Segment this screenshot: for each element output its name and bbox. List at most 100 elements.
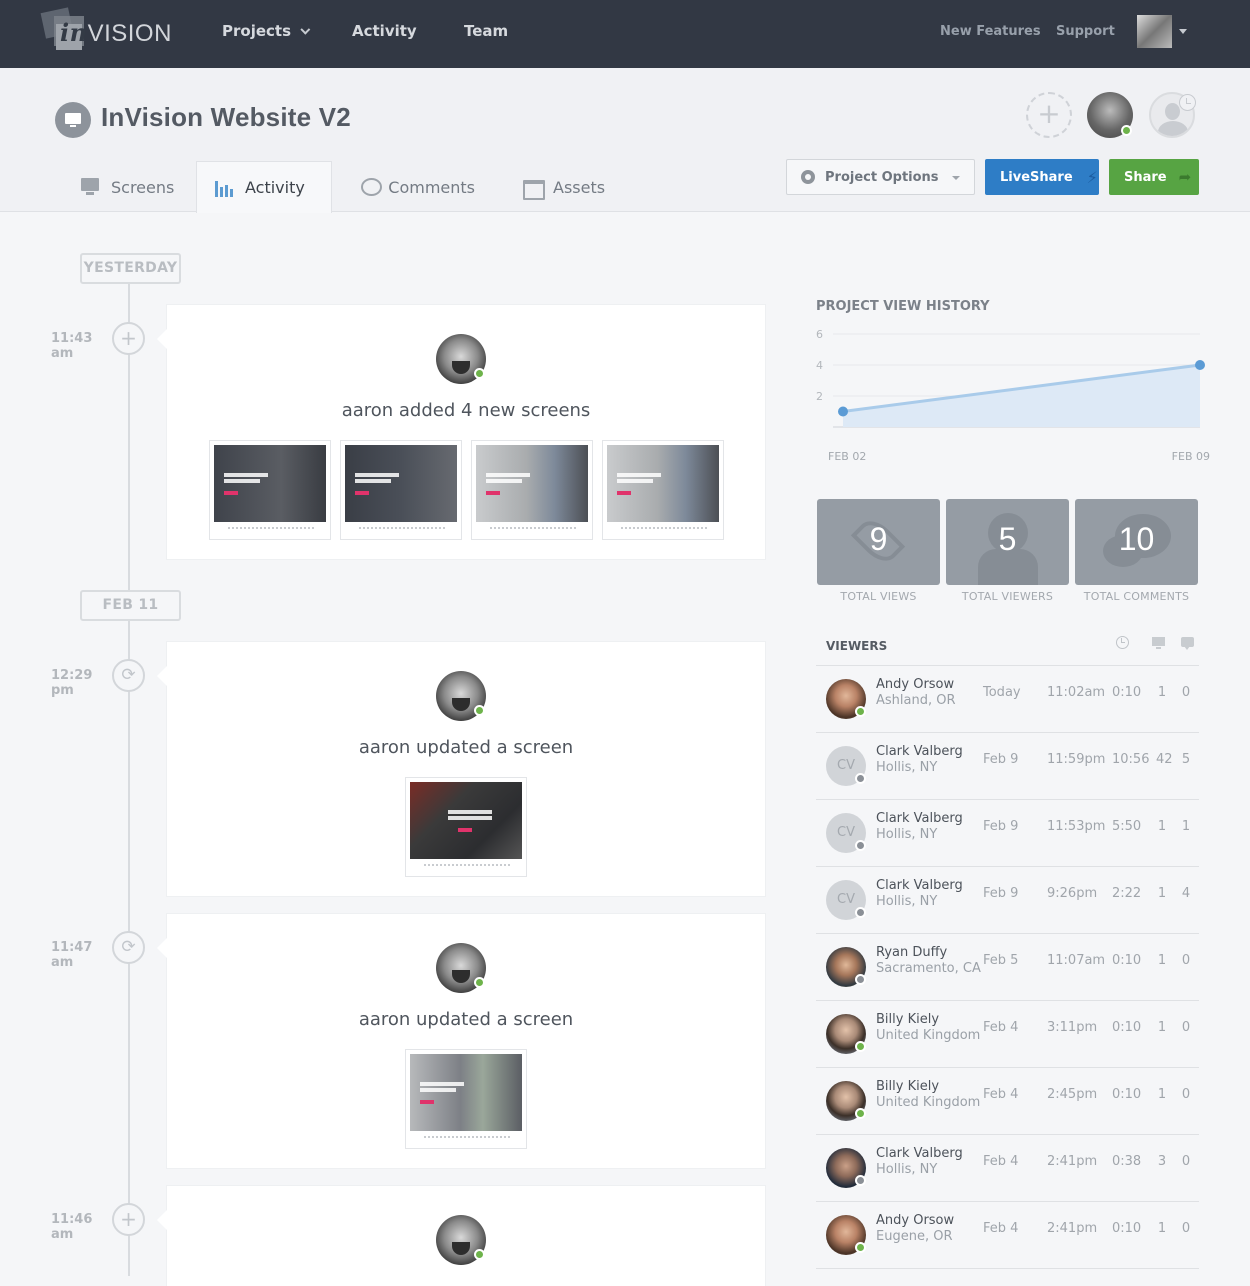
- activity-card: aaron updated a screen: [157, 642, 765, 896]
- project-options-label: Project Options: [825, 169, 939, 185]
- project-title: InVision Website V2: [101, 102, 351, 132]
- nav-team[interactable]: Team: [464, 22, 508, 40]
- avatar[interactable]: [826, 1148, 866, 1188]
- viewer-duration: 0:38: [1112, 1154, 1142, 1169]
- stat-total-views: 9: [817, 499, 940, 585]
- screen-thumbnail[interactable]: [340, 440, 462, 540]
- status-dot: [855, 1175, 866, 1186]
- y-tick-label: 2: [816, 390, 823, 403]
- liveshare-label: LiveShare: [1000, 169, 1073, 185]
- screen-thumbnail[interactable]: [471, 440, 593, 540]
- viewer-row[interactable]: Billy Kiely United Kingdom Feb 4 2:45pm 0:10…: [816, 1068, 1199, 1135]
- avatar[interactable]: [436, 943, 486, 993]
- viewer-time: 3:11pm: [1047, 1020, 1098, 1035]
- tab-activity[interactable]: Activity: [196, 161, 332, 213]
- viewer-row[interactable]: Ryan Duffy Sacramento, CA Feb 5 11:07am 0:10…: [816, 934, 1199, 1001]
- viewer-row[interactable]: Billy Kiely United Kingdom Feb 4 3:11pm 0:10…: [816, 1001, 1199, 1068]
- tab-activity-label: Activity: [245, 178, 305, 197]
- refresh-icon: ⟳: [112, 931, 145, 964]
- viewer-comments-count: 4: [1181, 886, 1191, 901]
- viewer-row[interactable]: CV Clark Valberg Hollis, NY Feb 9 11:59pm 10:…: [816, 733, 1199, 800]
- online-status-dot: [1121, 125, 1132, 136]
- viewer-duration: 2:22: [1112, 886, 1142, 901]
- viewer-location: Hollis, NY: [876, 827, 938, 842]
- viewer-name: Billy Kiely: [876, 1079, 940, 1094]
- activity-text: aaron updated a screen: [358, 1009, 574, 1030]
- x-tick-label: FEB 02: [828, 450, 866, 463]
- viewer-name: Billy Kiely: [876, 1012, 940, 1027]
- viewer-name: Andy Orsow: [876, 1213, 955, 1228]
- viewer-name: Clark Valberg: [876, 744, 963, 759]
- caret-down-icon[interactable]: [1179, 29, 1187, 34]
- screen-thumbnail[interactable]: [405, 777, 527, 877]
- share-button[interactable]: Share ➦: [1109, 159, 1199, 195]
- viewer-date: Feb 9: [983, 886, 1019, 901]
- chevron-down-icon: [300, 24, 311, 35]
- online-status-dot: [474, 368, 485, 379]
- viewer-row[interactable]: Clark Valberg Hollis, NY Feb 4 2:41pm 0:38 3 0: [816, 1135, 1199, 1202]
- date-badge: FEB 11: [80, 590, 181, 621]
- status-dot: [855, 1242, 866, 1253]
- viewers-header: VIEWERS: [816, 630, 1199, 666]
- viewer-comments-count: 0: [1181, 1020, 1191, 1035]
- project-options-button[interactable]: Project Options: [786, 159, 975, 195]
- screen-thumbnail[interactable]: [209, 440, 331, 540]
- nav-activity[interactable]: Activity: [352, 22, 417, 40]
- viewer-screens-count: 1: [1157, 1221, 1167, 1236]
- viewer-comments-count: 0: [1181, 1087, 1191, 1102]
- avatar[interactable]: [826, 947, 866, 987]
- viewer-screens-count: 1: [1157, 953, 1167, 968]
- user-avatar[interactable]: [1137, 15, 1172, 48]
- viewer-row[interactable]: Andy Orsow Ashland, OR Today 11:02am 0:10 1 0: [816, 666, 1199, 733]
- project-view-history-chart: 2 4 6 FEB 02 FEB 09: [816, 328, 1210, 463]
- clock-icon[interactable]: [1116, 636, 1129, 649]
- comments-icon[interactable]: [1181, 636, 1194, 650]
- avatar[interactable]: CV: [826, 813, 866, 853]
- activity-card: aaron updated a screen: [157, 914, 765, 1168]
- status-dot: [855, 840, 866, 851]
- viewer-row[interactable]: CV Clark Valberg Hollis, NY Feb 9 9:26pm 2:22…: [816, 867, 1199, 934]
- viewer-duration: 0:10: [1112, 685, 1142, 700]
- viewer-screens-count: 1: [1157, 685, 1167, 700]
- collaborator-avatar[interactable]: [1087, 92, 1133, 138]
- screens-icon[interactable]: [1152, 636, 1165, 649]
- y-tick-label: 6: [816, 328, 823, 341]
- project-header: InVision Website V2 Screens Activity Com…: [0, 68, 1250, 213]
- tab-comments[interactable]: Comments: [343, 161, 493, 213]
- status-dot: [855, 974, 866, 985]
- viewer-time: 2:41pm: [1047, 1221, 1098, 1236]
- liveshare-button[interactable]: LiveShare ⚡: [985, 159, 1099, 195]
- avatar[interactable]: [436, 334, 486, 384]
- nav-support[interactable]: Support: [1056, 24, 1115, 39]
- activity-card: aaron added 4 new screens: [157, 305, 765, 559]
- avatar[interactable]: CV: [826, 746, 866, 786]
- status-dot: [855, 1108, 866, 1119]
- tab-screens[interactable]: Screens: [63, 161, 197, 213]
- viewer-row[interactable]: CV Clark Valberg Hollis, NY Feb 9 11:53pm 5:5…: [816, 800, 1199, 867]
- viewer-location: United Kingdom: [876, 1028, 981, 1043]
- avatar[interactable]: [826, 1014, 866, 1054]
- avatar[interactable]: CV: [826, 880, 866, 920]
- tab-assets[interactable]: Assets: [505, 161, 625, 213]
- viewer-time: 2:45pm: [1047, 1087, 1098, 1102]
- avatar[interactable]: [436, 1215, 486, 1265]
- viewer-duration: 10:56: [1112, 752, 1150, 767]
- avatar[interactable]: [826, 1081, 866, 1121]
- viewer-screens-count: 1: [1157, 819, 1167, 834]
- viewer-name: Andy Orsow: [876, 677, 955, 692]
- viewer-row[interactable]: Andy Orsow Eugene, OR Feb 4 2:41pm 0:10 1 0: [816, 1202, 1199, 1269]
- avatar[interactable]: [826, 1215, 866, 1255]
- screen-thumbnail[interactable]: [405, 1049, 527, 1149]
- online-status-dot: [474, 977, 485, 988]
- nav-new-features[interactable]: New Features: [940, 24, 1041, 39]
- activity-card: [157, 1186, 765, 1286]
- nav-projects[interactable]: Projects: [222, 22, 311, 40]
- viewer-duration: 0:10: [1112, 1020, 1142, 1035]
- screen-thumbnail[interactable]: [602, 440, 724, 540]
- avatar[interactable]: [436, 671, 486, 721]
- avatar[interactable]: [826, 679, 866, 719]
- add-collaborator-button[interactable]: +: [1026, 92, 1072, 138]
- viewers-title: VIEWERS: [826, 639, 888, 653]
- invision-logo[interactable]: inVISION: [40, 7, 171, 50]
- viewer-name: Clark Valberg: [876, 878, 963, 893]
